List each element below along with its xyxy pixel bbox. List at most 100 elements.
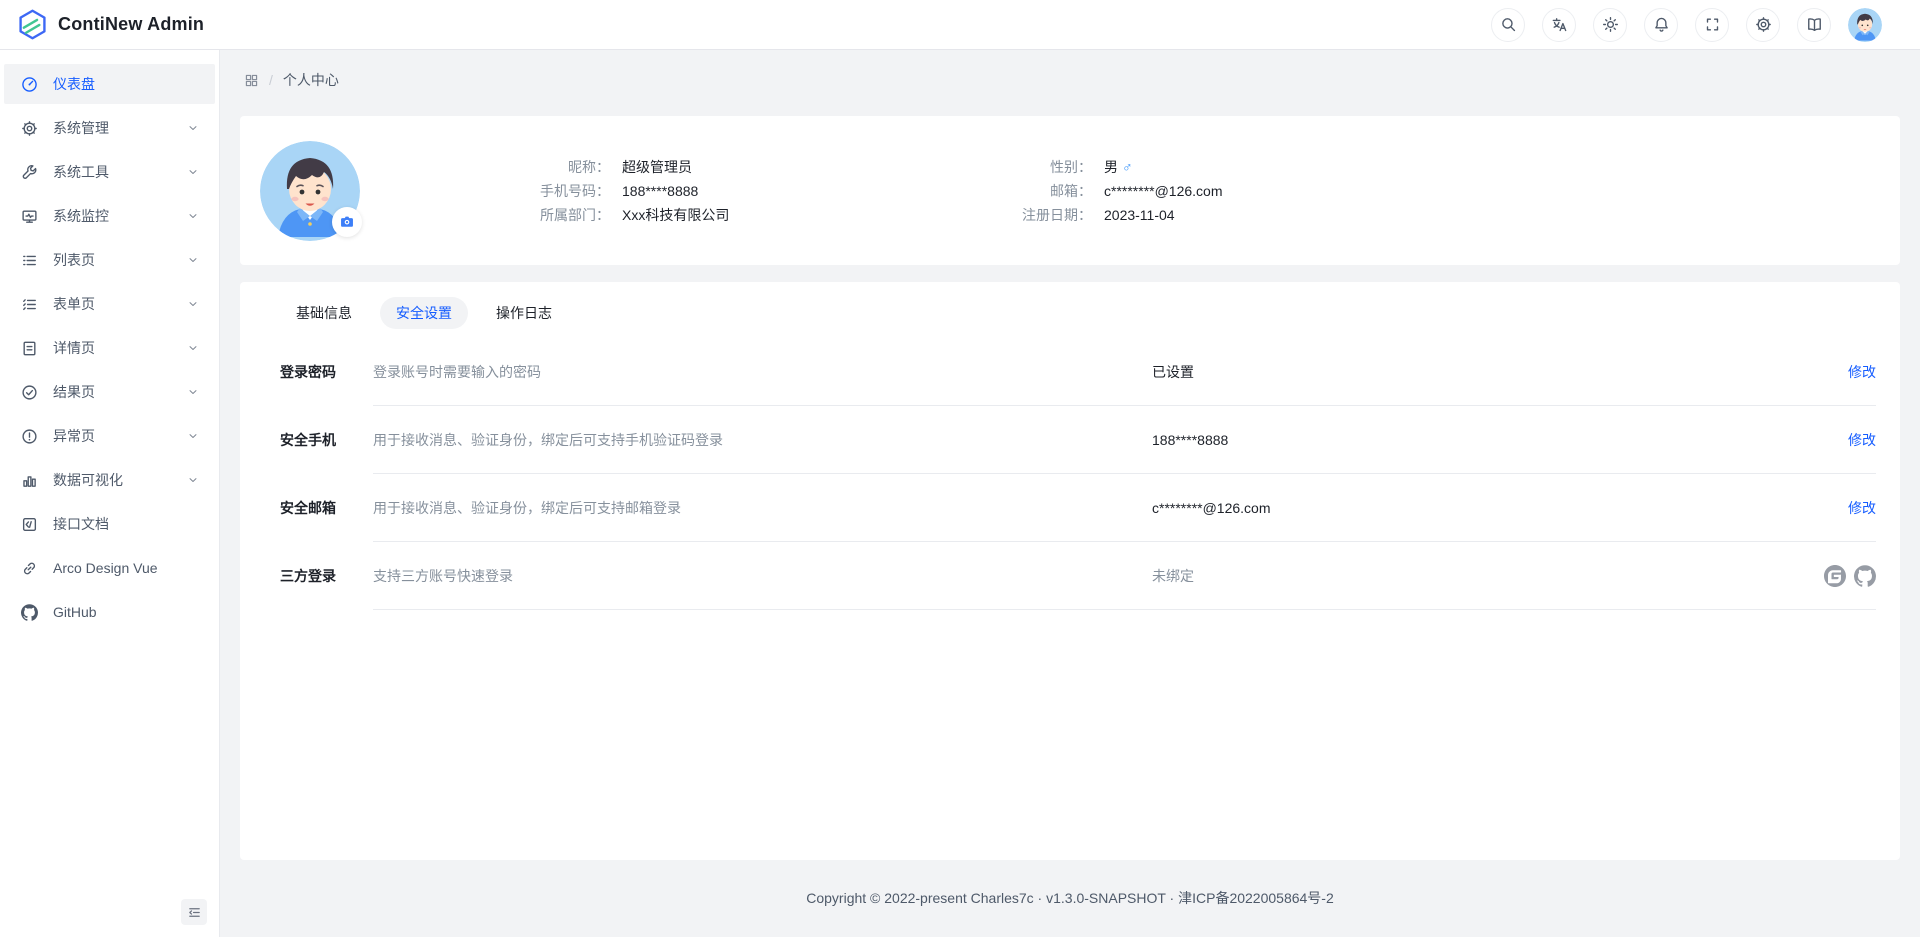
profile-dept-row: 所属部门： Xxx科技有限公司 [445, 203, 847, 227]
profile-card: 昵称： 超级管理员 手机号码： 188****8888 所属部门： Xxx科技有… [240, 116, 1900, 265]
security-row-password: 登录密码 登录账号时需要输入的密码 已设置 修改 [280, 338, 1876, 406]
sidebar-item-detail-pages[interactable]: 详情页 [4, 328, 215, 368]
app-header: ContiNew Admin [0, 0, 1920, 50]
sidebar-item-result-pages[interactable]: 结果页 [4, 372, 215, 412]
tab-operation-log[interactable]: 操作日志 [480, 297, 568, 329]
row-label: 登录密码 [280, 362, 373, 382]
sidebar-item-dashboard[interactable]: 仪表盘 [4, 64, 215, 104]
modify-password-link[interactable]: 修改 [1848, 362, 1876, 382]
sidebar-item-exception-pages[interactable]: 异常页 [4, 416, 215, 456]
sidebar-item-system-monitor[interactable]: 系统监控 [4, 196, 215, 236]
profile-gender-row: 性别： 男♂ [972, 155, 1223, 179]
github-icon [21, 604, 38, 621]
sidebar-item-label: 异常页 [53, 426, 187, 446]
camera-icon [339, 214, 355, 230]
exclamation-circle-icon [21, 428, 38, 445]
code-square-icon [21, 516, 38, 533]
settings-card: 基础信息 安全设置 操作日志 登录密码 登录账号时需要输入的密码 已设置 修改 … [240, 282, 1900, 860]
row-label: 安全手机 [280, 430, 373, 450]
row-description: 用于接收消息、验证身份，绑定后可支持手机验证码登录 [373, 430, 1152, 450]
breadcrumb-home[interactable] [244, 73, 259, 88]
translate-button[interactable] [1542, 8, 1576, 42]
dept-label: 所属部门： [445, 203, 610, 227]
app-logo[interactable]: ContiNew Admin [16, 8, 204, 41]
gear-icon [1755, 16, 1772, 33]
sidebar-item-arco-design-vue[interactable]: Arco Design Vue [4, 548, 215, 588]
row-description: 支持三方账号快速登录 [373, 566, 1152, 586]
sidebar-item-label: 数据可视化 [53, 470, 187, 490]
row-label: 三方登录 [280, 566, 373, 586]
sidebar-item-label: Arco Design Vue [53, 560, 199, 576]
profile-info-col1: 昵称： 超级管理员 手机号码： 188****8888 所属部门： Xxx科技有… [445, 155, 847, 227]
phone-label: 手机号码： [445, 179, 610, 203]
row-status: c********@126.com [1152, 500, 1848, 516]
row-label: 安全邮箱 [280, 498, 373, 518]
gender-value: 男♂ [1104, 155, 1133, 179]
menu-fold-icon [187, 905, 202, 920]
change-avatar-button[interactable] [332, 207, 362, 237]
sidebar-item-form-pages[interactable]: 表单页 [4, 284, 215, 324]
bar-chart-icon [21, 472, 38, 489]
sidebar-item-label: 列表页 [53, 250, 187, 270]
modify-phone-link[interactable]: 修改 [1848, 430, 1876, 450]
row-description: 登录账号时需要输入的密码 [373, 362, 1152, 382]
notifications-button[interactable] [1644, 8, 1678, 42]
sidebar-item-label: 系统监控 [53, 206, 187, 226]
profile-avatar[interactable] [260, 141, 360, 241]
sidebar-item-system-tools[interactable]: 系统工具 [4, 152, 215, 192]
profile-phone-row: 手机号码： 188****8888 [445, 179, 847, 203]
header-actions [1491, 8, 1882, 42]
sidebar-item-api-docs[interactable]: 接口文档 [4, 504, 215, 544]
sidebar-item-label: 仪表盘 [53, 74, 199, 94]
sidebar-item-github[interactable]: GitHub [4, 592, 215, 632]
copyright-footer: Copyright © 2022-present Charles7c · v1.… [220, 860, 1920, 936]
chevron-down-icon [187, 210, 199, 222]
fullscreen-icon [1704, 16, 1721, 33]
app-layout: 仪表盘 系统管理 系统工具 [0, 50, 1920, 937]
chevron-down-icon [187, 122, 199, 134]
docs-button[interactable] [1797, 8, 1831, 42]
gender-label: 性别： [972, 155, 1092, 179]
search-button[interactable] [1491, 8, 1525, 42]
fullscreen-button[interactable] [1695, 8, 1729, 42]
chevron-down-icon [187, 474, 199, 486]
breadcrumb-current: 个人中心 [283, 70, 339, 90]
main-content: / 个人中心 [220, 50, 1920, 937]
sidebar-item-label: 接口文档 [53, 514, 199, 534]
chevron-down-icon [187, 342, 199, 354]
sidebar-item-label: 表单页 [53, 294, 187, 314]
tab-basic-info[interactable]: 基础信息 [280, 297, 368, 329]
sidebar-menu: 仪表盘 系统管理 系统工具 [0, 64, 219, 632]
security-row-email: 安全邮箱 用于接收消息、验证身份，绑定后可支持邮箱登录 c********@12… [280, 474, 1876, 542]
male-symbol-icon: ♂ [1122, 159, 1133, 175]
modify-email-link[interactable]: 修改 [1848, 498, 1876, 518]
breadcrumb-separator: / [269, 72, 273, 88]
sidebar-item-system-management[interactable]: 系统管理 [4, 108, 215, 148]
sidebar-item-list-pages[interactable]: 列表页 [4, 240, 215, 280]
profile-email-row: 邮箱： c********@126.com [972, 179, 1223, 203]
dept-value: Xxx科技有限公司 [622, 203, 847, 227]
settings-button[interactable] [1746, 8, 1780, 42]
monitor-icon [21, 208, 38, 225]
book-icon [1806, 16, 1823, 33]
row-description: 用于接收消息、验证身份，绑定后可支持邮箱登录 [373, 498, 1152, 518]
github-icon[interactable] [1854, 565, 1876, 587]
profile-nickname-row: 昵称： 超级管理员 [445, 155, 847, 179]
theme-button[interactable] [1593, 8, 1627, 42]
apps-grid-icon [244, 73, 259, 88]
chevron-down-icon [187, 166, 199, 178]
sidebar-item-label: 详情页 [53, 338, 187, 358]
wrench-icon [21, 164, 38, 181]
logo-hexagon-icon [16, 8, 49, 41]
user-avatar[interactable] [1848, 8, 1882, 42]
check-circle-icon [21, 384, 38, 401]
tabs-bar: 基础信息 安全设置 操作日志 [280, 296, 1876, 330]
sidebar-collapse-button[interactable] [181, 899, 207, 925]
gitee-icon[interactable] [1824, 565, 1846, 587]
row-status: 未绑定 [1152, 566, 1824, 586]
regdate-label: 注册日期： [972, 203, 1092, 227]
sidebar-item-data-visualization[interactable]: 数据可视化 [4, 460, 215, 500]
gear-icon [21, 120, 38, 137]
tab-security-settings[interactable]: 安全设置 [380, 297, 468, 329]
nickname-value: 超级管理员 [622, 155, 847, 179]
